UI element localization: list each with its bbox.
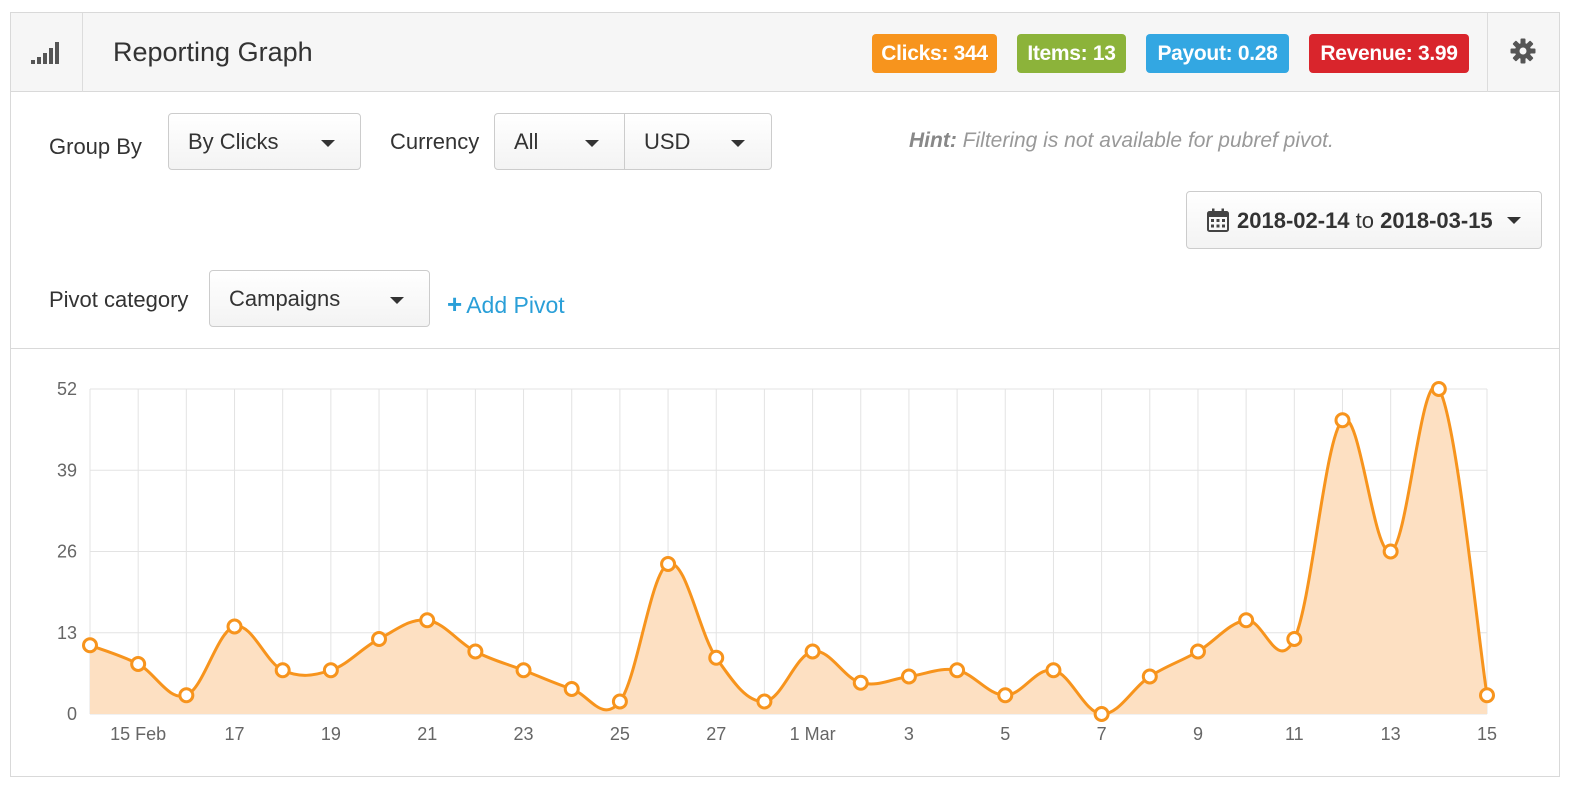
data-point: [804, 643, 821, 660]
data-point: [1141, 668, 1158, 685]
data-point: [82, 637, 98, 654]
data-point: [660, 556, 677, 572]
x-tick-label: 9: [1193, 724, 1203, 744]
hint-label: Hint:: [909, 129, 957, 152]
currency-scope-select[interactable]: All: [494, 113, 626, 170]
settings-button[interactable]: [1487, 13, 1559, 92]
page-title: Reporting Graph: [113, 37, 313, 67]
x-tick-label: 11: [1285, 724, 1304, 744]
revenue-badge: Revenue: 3.99: [1309, 34, 1469, 73]
y-tick-label: 52: [57, 379, 77, 399]
payout-badge: Payout: 0.28: [1146, 34, 1289, 73]
data-point: [708, 649, 725, 666]
y-tick-label: 26: [57, 542, 77, 562]
items-badge: Items: 13: [1017, 34, 1126, 73]
data-point: [1382, 543, 1399, 560]
y-tick-label: 39: [57, 460, 77, 480]
reporting-graph-panel: Reporting Graph Clicks: 344 Items: 13 Pa…: [10, 12, 1560, 777]
x-tick-label: 19: [321, 724, 341, 744]
data-point: [1093, 706, 1110, 722]
currency-label: Currency: [390, 129, 480, 154]
chevron-down-icon: [1507, 217, 1521, 224]
group-by-value: By Clicks: [188, 129, 279, 154]
group-by-select[interactable]: By Clicks: [168, 113, 361, 170]
data-point: [900, 668, 917, 685]
data-point: [130, 656, 147, 672]
y-tick-label: 13: [57, 623, 77, 643]
data-point: [997, 687, 1014, 704]
data-point: [563, 681, 580, 697]
date-range-text: 2018-02-14 to 2018-03-15: [1237, 208, 1493, 234]
panel-header: Reporting Graph Clicks: 344 Items: 13 Pa…: [11, 13, 1559, 92]
plus-icon: +: [447, 289, 463, 319]
gear-icon: [1510, 38, 1536, 64]
data-point: [949, 662, 966, 679]
x-tick-label: 21: [417, 724, 437, 744]
x-tick-label: 15: [1477, 724, 1497, 744]
x-tick-label: 13: [1381, 724, 1401, 744]
pivot-category-label: Pivot category: [49, 287, 189, 312]
x-tick-label: 7: [1097, 724, 1107, 744]
currency-value: USD: [644, 129, 691, 154]
data-point: [178, 687, 195, 704]
chevron-down-icon: [731, 140, 745, 147]
pivot-hint: Hint: Filtering is not available for pub…: [909, 129, 1334, 153]
group-by-label: Group By: [49, 134, 142, 159]
area-fill: [90, 386, 1487, 715]
currency-select[interactable]: USD: [624, 113, 772, 170]
data-point: [852, 674, 869, 691]
clicks-area-chart: 0 13 26 39 52 15 Feb 17 19 21 23 25 27 1 Mar 3 5 7 9 11 13…: [57, 379, 1497, 744]
data-point: [1045, 662, 1062, 679]
x-tick-label: 23: [514, 724, 534, 744]
date-to: 2018-03-15: [1380, 208, 1493, 233]
y-tick-label: 0: [67, 704, 77, 724]
data-point: [467, 643, 484, 660]
hint-text: Filtering is not available for pubref pi…: [956, 129, 1334, 152]
x-tick-label: 5: [1000, 724, 1010, 744]
date-separator: to: [1349, 208, 1381, 233]
x-tick-label: 15 Feb: [110, 724, 166, 744]
date-range-picker[interactable]: 2018-02-14 to 2018-03-15: [1186, 191, 1542, 249]
pivot-category-value: Campaigns: [229, 286, 341, 311]
data-point: [1479, 687, 1495, 704]
x-tick-label: 3: [904, 724, 914, 744]
data-point: [611, 693, 628, 710]
chevron-down-icon: [321, 140, 335, 147]
data-point: [1430, 381, 1447, 397]
x-tick-label: 27: [706, 724, 726, 744]
x-tick-label: 17: [225, 724, 245, 744]
data-point: [322, 662, 339, 679]
add-pivot-label: Add Pivot: [466, 292, 565, 318]
calendar-icon: [1207, 208, 1229, 232]
signal-bars-icon: [31, 42, 59, 64]
x-tick-label: 1 Mar: [790, 724, 836, 744]
data-point: [1286, 631, 1303, 647]
header-icon-cell: [11, 13, 83, 92]
data-point: [756, 693, 773, 710]
data-point: [226, 618, 243, 635]
data-point: [1189, 643, 1206, 660]
date-from: 2018-02-14: [1237, 208, 1350, 233]
data-point: [419, 612, 436, 629]
clicks-badge: Clicks: 344: [872, 34, 997, 73]
currency-scope-value: All: [514, 129, 539, 154]
chevron-down-icon: [585, 140, 599, 147]
add-pivot-link[interactable]: + Add Pivot: [447, 289, 565, 320]
pivot-category-select[interactable]: Campaigns: [209, 270, 430, 327]
chevron-down-icon: [390, 297, 404, 304]
data-point: [1334, 412, 1351, 429]
data-point: [515, 662, 532, 679]
x-tick-label: 25: [610, 724, 630, 744]
data-point: [1238, 612, 1255, 629]
data-point: [274, 662, 291, 679]
data-point: [371, 631, 388, 647]
